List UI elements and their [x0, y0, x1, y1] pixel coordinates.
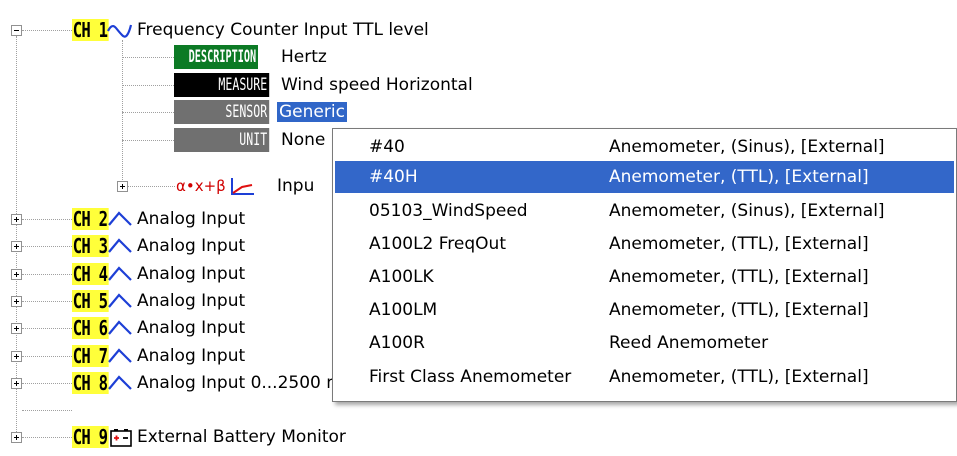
channel-title: Analog Input [137, 264, 246, 284]
formula-label: α•x+β [176, 177, 226, 195]
dropdown-item[interactable]: A100L2 FreqOut Anemometer, (TTL), [Exter… [335, 228, 954, 260]
ramp-wave-icon [107, 318, 133, 343]
dropdown-item[interactable]: 05103_WindSpeed Anemometer, (Sinus), [Ex… [335, 195, 954, 227]
expand-ch6-toggle[interactable] [11, 323, 22, 334]
channel-title: Analog Input [137, 209, 246, 229]
input-value: Inpu [277, 176, 315, 196]
ramp-wave-icon [107, 373, 133, 398]
channel-title: Analog Input [137, 318, 246, 338]
sensor-name: A100LK [369, 267, 434, 287]
expand-ch9-toggle[interactable] [11, 432, 22, 443]
sensor-description: Anemometer, (Sinus), [External] [609, 201, 885, 221]
ramp-wave-icon [107, 236, 133, 261]
sensor-name: A100R [369, 333, 425, 353]
sensor-description: Anemometer, (Sinus), [External] [609, 137, 885, 157]
sensor-description: Anemometer, (TTL), [External] [609, 234, 869, 254]
channel-title: Analog Input [137, 236, 246, 256]
channel-title: External Battery Monitor [137, 427, 346, 447]
channel-tag: CH 2 [72, 207, 109, 231]
channel-tag: CH 3 [72, 234, 109, 258]
expand-ch8-toggle[interactable] [11, 378, 22, 389]
dropdown-item[interactable]: #40 Anemometer, (Sinus), [External] [335, 131, 954, 163]
channel-tag: CH 4 [72, 262, 109, 286]
ramp-wave-icon [107, 209, 133, 234]
dropdown-item[interactable]: First Class Anemometer Anemometer, (TTL)… [335, 361, 954, 393]
channel-title: Analog Input [137, 291, 246, 311]
ramp-wave-icon [107, 346, 133, 371]
expand-ch4-toggle[interactable] [11, 269, 22, 280]
dropdown-item[interactable]: A100R Reed Anemometer [335, 327, 954, 359]
sensor-description: Anemometer, (TTL), [External] [609, 167, 869, 187]
expand-ch7-toggle[interactable] [11, 351, 22, 362]
sensor-name: #40 [369, 137, 405, 157]
dropdown-item[interactable]: A100LK Anemometer, (TTL), [External] [335, 261, 954, 293]
ramp-wave-icon [107, 291, 133, 316]
dropdown-item[interactable]: A100LM Anemometer, (TTL), [External] [335, 294, 954, 326]
sensor-name: #40H [369, 167, 418, 187]
sensor-description: Anemometer, (TTL), [External] [609, 267, 869, 287]
unit-value: None [281, 130, 326, 150]
sensor-description: Anemometer, (TTL), [External] [609, 367, 869, 387]
battery-icon [110, 428, 134, 453]
sensor-name: 05103_WindSpeed [369, 201, 528, 221]
collapse-ch1-toggle[interactable] [11, 25, 22, 36]
sine-wave-icon [107, 21, 133, 46]
dropdown-item-selected[interactable]: #40H Anemometer, (TTL), [External] [335, 161, 954, 193]
measure-tag: MEASURE [174, 73, 270, 97]
description-tag: DESCRIPTION [174, 45, 258, 69]
description-value: Hertz [281, 47, 327, 67]
sensor-value-wrap: Generic [277, 100, 347, 124]
expand-ch5-toggle[interactable] [11, 296, 22, 307]
measure-value: Wind speed Horizontal [281, 75, 473, 95]
sensor-name: A100L2 FreqOut [369, 234, 506, 254]
channel-tag: CH 6 [72, 316, 109, 340]
channel-title: Frequency Counter Input TTL level [137, 20, 429, 40]
expand-input-toggle[interactable] [117, 181, 128, 192]
sensor-name: First Class Anemometer [369, 367, 572, 387]
channel-title: Analog Input 0...2500 mV [137, 373, 355, 393]
channel-tag: CH 5 [72, 289, 109, 313]
sensor-name: A100LM [369, 300, 438, 320]
ramp-wave-icon [107, 264, 133, 289]
channel-tag: CH 7 [72, 344, 109, 368]
channel-tag: CH 9 [72, 425, 109, 449]
expand-ch2-toggle[interactable] [11, 214, 22, 225]
channel-tag: CH 1 [72, 18, 109, 42]
chart-line-icon [230, 176, 256, 201]
channel-title: Analog Input [137, 346, 246, 366]
unit-tag: UNIT [174, 128, 270, 152]
sensor-dropdown-list[interactable]: #40 Anemometer, (Sinus), [External] #40H… [332, 128, 957, 402]
expand-ch3-toggle[interactable] [11, 241, 22, 252]
sensor-description: Reed Anemometer [609, 333, 769, 353]
sensor-value[interactable]: Generic [277, 102, 347, 122]
sensor-description: Anemometer, (TTL), [External] [609, 300, 869, 320]
channel-tag: CH 8 [72, 371, 109, 395]
sensor-tag: SENSOR [174, 100, 270, 124]
